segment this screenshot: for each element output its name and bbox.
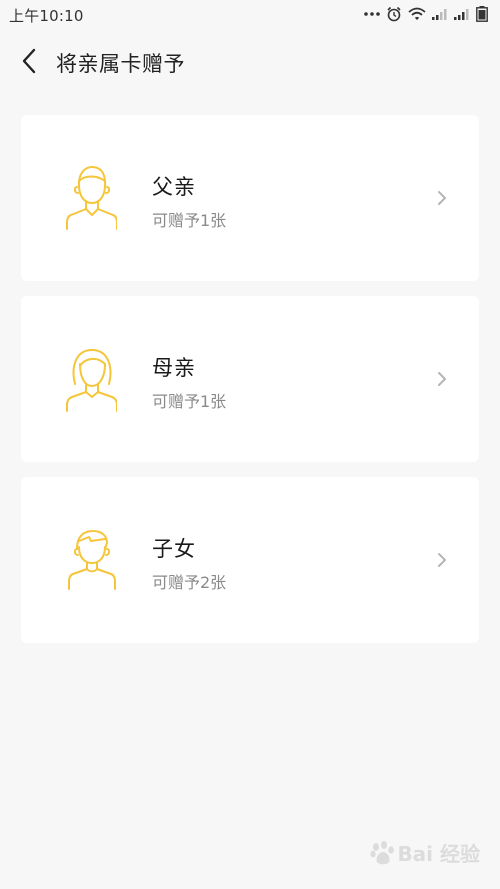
wifi-icon [408,7,426,20]
chevron-right-icon [438,553,446,567]
back-button[interactable] [14,46,44,76]
recipient-quota: 可赠予1张 [152,211,227,230]
recipient-list: 父亲 可赠予1张 母亲 可赠予1张 子女 可赠予2张 [21,115,479,658]
recipient-card-mother[interactable]: 母亲 可赠予1张 [21,296,479,462]
status-time: 上午10:10 [9,7,84,25]
baidu-paw-icon [370,840,395,864]
mother-avatar-icon [66,349,117,412]
more-dots-icon [364,12,380,16]
signal-icon [432,9,447,20]
status-bar: 上午10:10 [0,0,500,28]
battery-icon [476,6,488,22]
recipient-card-child[interactable]: 子女 可赠予2张 [21,477,479,643]
recipient-card-father[interactable]: 父亲 可赠予1张 [21,115,479,281]
status-icons [364,5,488,23]
recipient-quota: 可赠予2张 [152,573,227,592]
chevron-left-icon [22,48,36,74]
watermark-text: Bai 经验 [397,842,480,866]
recipient-name: 母亲 [152,356,196,380]
recipient-name: 父亲 [152,175,196,199]
page-title: 将亲属卡赠予 [56,52,185,76]
watermark: Bai 经验 [369,838,480,867]
chevron-right-icon [438,191,446,205]
alarm-icon [387,6,401,22]
child-avatar-icon [68,530,116,590]
signal-icon [454,9,469,20]
recipient-quota: 可赠予1张 [152,392,227,411]
recipient-name: 子女 [152,537,196,561]
father-avatar-icon [66,166,117,230]
chevron-right-icon [438,372,446,386]
header: 将亲属卡赠予 [0,36,500,88]
